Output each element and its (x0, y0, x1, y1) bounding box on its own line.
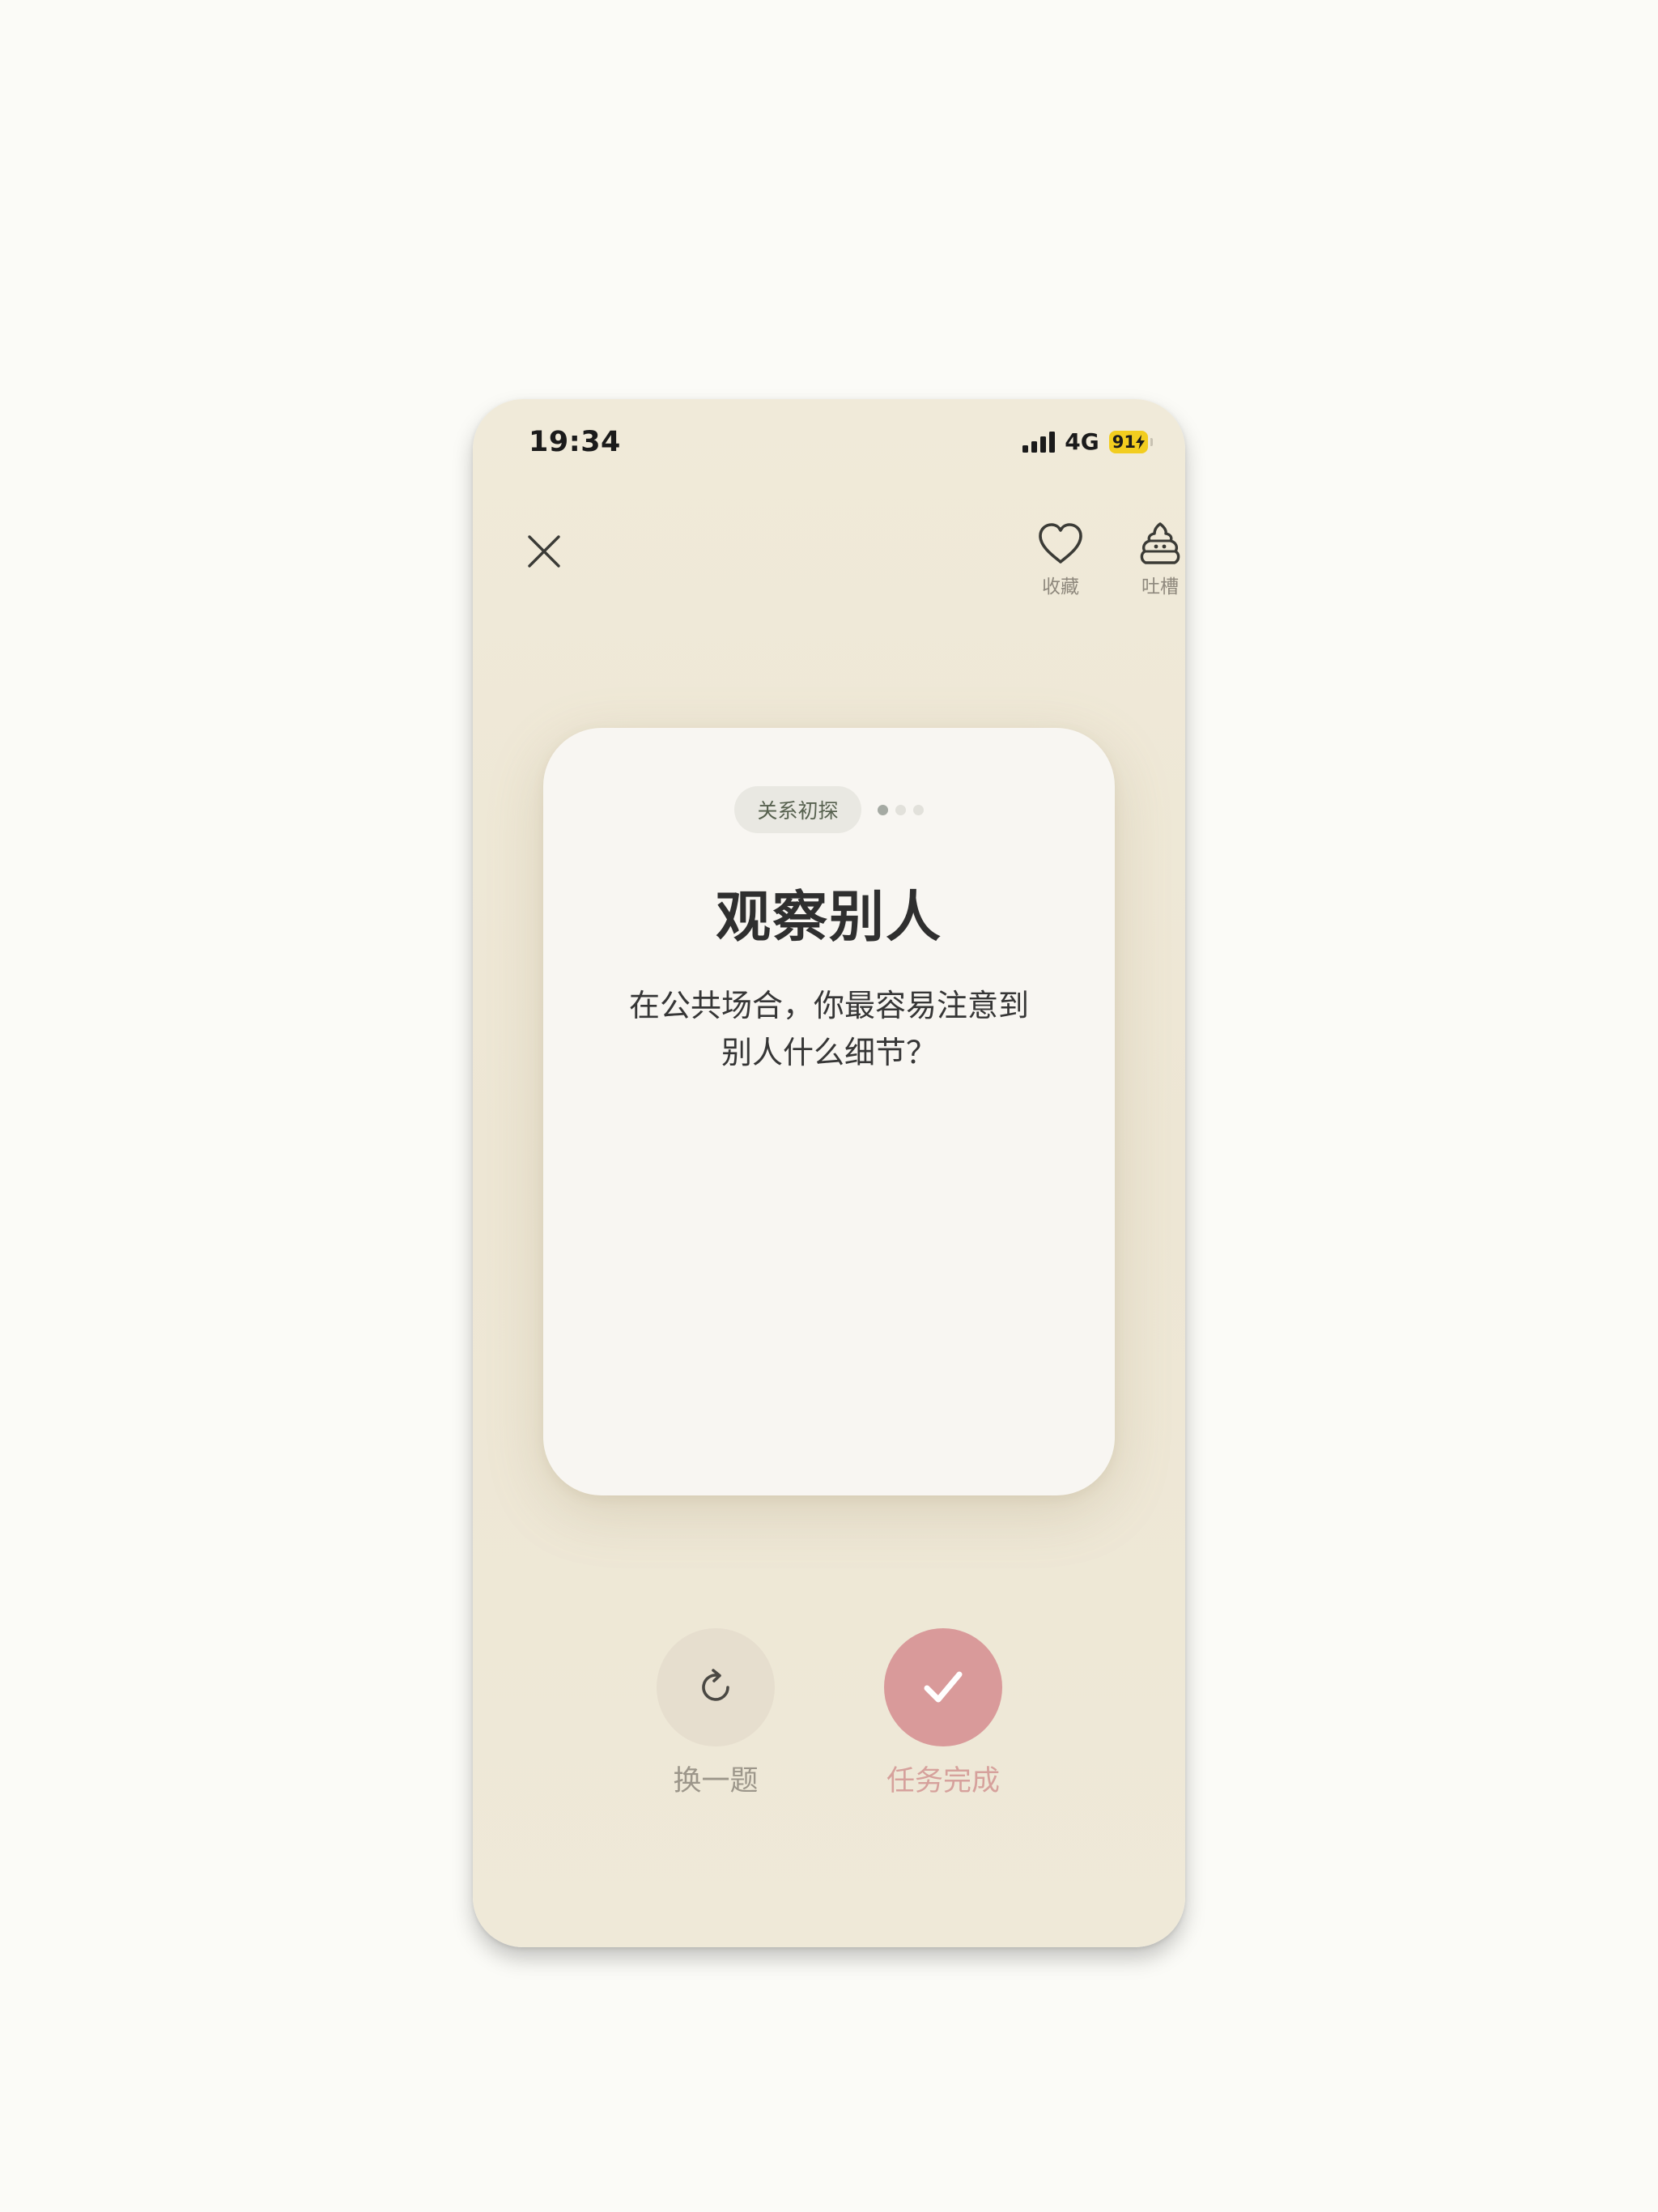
status-time: 19:34 (529, 426, 621, 458)
card-header: 关系初探 (543, 786, 1115, 833)
battery-percent: 91 (1112, 432, 1136, 452)
question-card: 关系初探 观察别人 在公共场合，你最容易注意到别人什么细节？ (543, 728, 1115, 1495)
category-tag: 关系初探 (734, 786, 861, 833)
checkmark-icon (924, 1671, 963, 1703)
battery-level: 91 (1108, 430, 1148, 453)
complain-button[interactable]: 吐槽 (1120, 517, 1185, 598)
progress-dots (877, 804, 924, 815)
complain-label: 吐槽 (1141, 576, 1179, 598)
heart-icon (1039, 523, 1082, 564)
switch-label: 换一题 (673, 1765, 759, 1797)
switch-circle[interactable] (657, 1628, 775, 1746)
progress-dot-active (877, 804, 888, 815)
progress-dot (895, 804, 906, 815)
close-icon (528, 535, 560, 568)
poop-icon (1140, 522, 1180, 564)
battery-icon: 91 (1108, 430, 1153, 453)
signal-icon (1022, 431, 1056, 453)
favorite-label: 收藏 (1042, 576, 1079, 598)
status-indicators: 4G 91 (1022, 428, 1153, 455)
status-bar: 19:34 4G 91 (473, 399, 1185, 480)
complete-label: 任务完成 (886, 1765, 1000, 1797)
favorite-button[interactable]: 收藏 (1020, 517, 1101, 598)
network-label: 4G (1065, 428, 1099, 455)
refresh-icon (702, 1669, 729, 1701)
progress-dot (912, 804, 924, 815)
charging-bolt-icon (1136, 434, 1145, 449)
phone-screen: 19:34 4G 91 收藏 吐槽 关系初探 观察别人 在公共场合，你最容易注意… (473, 399, 1185, 1947)
switch-question-button[interactable]: 换一题 (657, 1628, 775, 1799)
complete-task-button[interactable]: 任务完成 (884, 1628, 1002, 1799)
close-button[interactable] (513, 521, 575, 582)
complete-circle[interactable] (884, 1628, 1002, 1746)
card-title: 观察别人 (715, 886, 942, 950)
card-question: 在公共场合，你最容易注意到别人什么细节？ (628, 988, 1029, 1070)
battery-tip (1150, 437, 1153, 446)
